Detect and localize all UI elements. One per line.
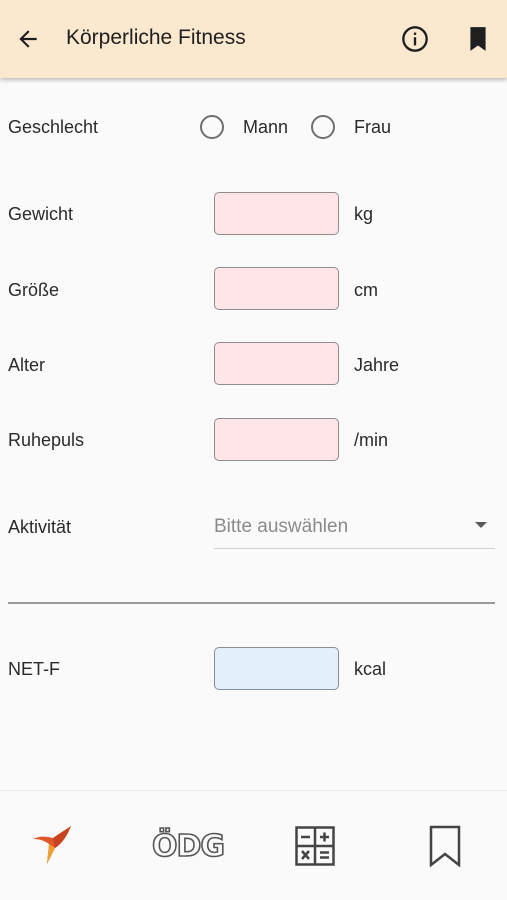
dropdown-arrow-icon — [475, 522, 487, 528]
info-icon — [402, 26, 428, 52]
nav-home[interactable] — [25, 821, 85, 871]
resting-pulse-label: Ruhepuls — [8, 430, 85, 450]
calculator-icon — [295, 826, 335, 866]
result-label: NET-F — [8, 659, 60, 679]
info-button[interactable] — [399, 23, 431, 55]
bottom-navigation: ÖDG — [0, 790, 507, 900]
result-output — [214, 647, 339, 690]
activity-dropdown-placeholder: Bitte auswählen — [214, 516, 349, 537]
height-unit: cm — [354, 280, 378, 300]
activity-dropdown[interactable]: Bitte auswählen — [214, 505, 495, 549]
resting-pulse-input[interactable] — [214, 418, 339, 461]
odg-logo-icon: ÖDG — [151, 828, 226, 865]
result-unit: kcal — [354, 659, 387, 679]
bookmark-button[interactable] — [462, 23, 494, 55]
weight-input[interactable] — [214, 192, 339, 235]
radio-female-label[interactable]: Frau — [354, 117, 391, 138]
resting-pulse-unit: /min — [354, 430, 389, 450]
age-input[interactable] — [214, 342, 339, 385]
height-input[interactable] — [214, 267, 339, 310]
age-label: Alter — [8, 355, 46, 375]
bookmark-outline-icon — [429, 825, 461, 867]
app-bar: Körperliche Fitness — [0, 0, 507, 78]
nav-odg[interactable]: ÖDG — [151, 821, 226, 871]
radio-male[interactable] — [200, 115, 224, 139]
divider — [8, 602, 495, 604]
weight-label: Gewicht — [8, 204, 74, 224]
activity-label: Aktivität — [8, 517, 72, 537]
arrow-back-icon — [19, 30, 37, 48]
nav-calculator[interactable] — [285, 821, 345, 871]
gender-label: Geschlecht — [8, 117, 99, 137]
hummingbird-logo-icon — [33, 826, 71, 864]
weight-unit: kg — [354, 204, 374, 224]
radio-male-label[interactable]: Mann — [243, 117, 288, 138]
age-unit: Jahre — [354, 355, 400, 375]
bookmark-filled-icon — [470, 27, 486, 51]
page-title: Körperliche Fitness — [66, 26, 246, 49]
radio-female[interactable] — [311, 115, 335, 139]
nav-bookmarks[interactable] — [415, 821, 475, 871]
height-label: Größe — [8, 280, 60, 300]
back-button[interactable] — [12, 23, 44, 55]
